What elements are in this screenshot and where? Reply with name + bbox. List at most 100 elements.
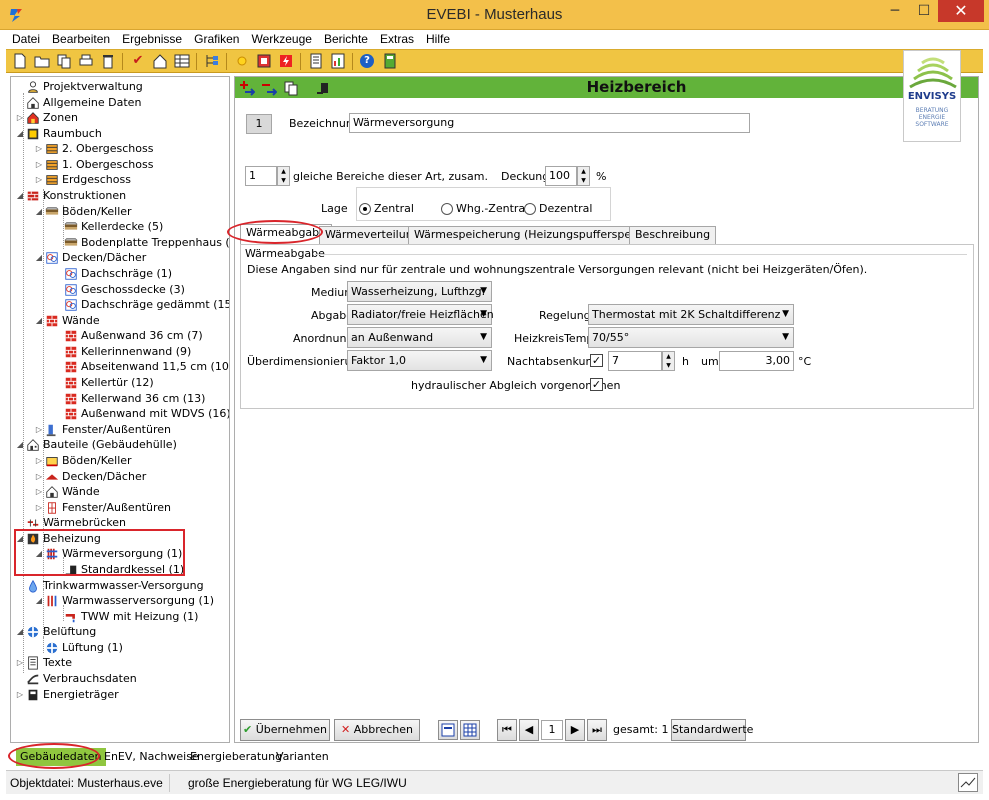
report-icon[interactable]	[308, 53, 324, 69]
tree-item[interactable]: ▷ Böden/Keller	[34, 453, 132, 469]
tree-item[interactable]: ▷ Wände	[34, 484, 100, 500]
radio-whg-zentral-dot[interactable]	[441, 203, 453, 215]
bezeichnung-input[interactable]: Wärmeversorgung	[349, 113, 750, 133]
tree-item[interactable]: ◢ Belüftung	[15, 624, 96, 640]
expand-arrow-icon[interactable]: ▷	[15, 655, 25, 671]
menu-berichte[interactable]: Berichte	[318, 30, 374, 49]
menu-hilfe[interactable]: Hilfe	[420, 30, 456, 49]
navigation-tree[interactable]: Projektverwaltung Allgemeine Daten ▷ Zonen ◢…	[10, 76, 230, 743]
radio-zentral[interactable]: Zentral	[359, 201, 414, 217]
collapse-arrow-icon[interactable]: ◢	[15, 624, 25, 640]
defaults-button[interactable]: Standardwerte	[671, 719, 753, 741]
tree-item[interactable]: ◢ Raumbuch	[15, 126, 102, 142]
tree-item[interactable]: Kellerdecke (5)	[53, 219, 163, 235]
tree-item[interactable]: Allgemeine Daten	[15, 95, 141, 111]
menu-grafiken[interactable]: Grafiken	[188, 30, 245, 49]
tree-item[interactable]: Außenwand mit WDVS (16)	[53, 406, 229, 422]
tree-icon[interactable]	[204, 53, 220, 69]
building-icon[interactable]	[256, 53, 272, 69]
nacht-hours-spinner[interactable]: ▲ ▼	[662, 351, 675, 371]
chart-icon[interactable]	[958, 773, 978, 792]
chart-report-icon[interactable]	[330, 53, 346, 69]
grid-view-button[interactable]	[460, 720, 480, 740]
collapse-arrow-icon[interactable]: ◢	[15, 126, 25, 142]
count-spinner[interactable]: ▲ ▼	[277, 166, 290, 186]
radio-dezentral-dot[interactable]	[524, 203, 536, 215]
regelung-select[interactable]: Thermostat mit 2K Schaltdifferenz ▼	[588, 304, 794, 325]
tab-beschreibung[interactable]: Beschreibung	[629, 226, 717, 244]
tree-item[interactable]: TWW mit Heizung (1)	[53, 609, 198, 625]
deckung-spinner[interactable]: ▲ ▼	[577, 166, 590, 186]
tree-item[interactable]: ▷ Decken/Dächer	[34, 469, 146, 485]
home-icon[interactable]	[152, 53, 168, 69]
tree-item[interactable]: Geschossdecke (3)	[53, 282, 185, 298]
tree-item[interactable]: ◢ Bauteile (Gebäudehülle)	[15, 437, 177, 453]
radio-whg-zentral[interactable]: Whg.-Zentral	[441, 201, 528, 217]
tree-item[interactable]: ◢ Böden/Keller	[34, 204, 132, 220]
anordnung-select[interactable]: an Außenwand ▼	[347, 327, 492, 348]
tab-varianten[interactable]: Varianten	[272, 748, 333, 766]
expand-arrow-icon[interactable]: ▷	[15, 687, 25, 703]
record-number-input[interactable]: 1	[541, 720, 563, 740]
tree-item[interactable]: Kellertür (12)	[53, 375, 154, 391]
tree-item[interactable]: Kellerinnenwand (9)	[53, 344, 191, 360]
tree-item[interactable]: ▷ Energieträger	[15, 687, 119, 703]
close-button[interactable]: ✕	[938, 0, 984, 22]
tree-item[interactable]: ◢ Wände	[34, 313, 100, 329]
sun-icon[interactable]	[234, 53, 250, 69]
medium-select[interactable]: Wasserheizung, Lufthzg. ▼	[347, 281, 492, 302]
delete-icon[interactable]	[100, 53, 116, 69]
count-input[interactable]: 1	[245, 166, 277, 186]
expand-arrow-icon[interactable]: ▷	[34, 172, 44, 188]
tree-item[interactable]: Verbrauchsdaten	[15, 671, 137, 687]
deckung-input[interactable]: 100	[545, 166, 577, 186]
expand-arrow-icon[interactable]: ▷	[34, 422, 44, 438]
collapse-arrow-icon[interactable]: ◢	[34, 593, 44, 609]
expand-arrow-icon[interactable]: ▷	[34, 484, 44, 500]
energy-icon[interactable]	[278, 53, 294, 69]
expand-arrow-icon[interactable]: ▷	[34, 141, 44, 157]
tree-item[interactable]: Projektverwaltung	[15, 79, 143, 95]
prev-record-button[interactable]: ◀	[519, 719, 539, 741]
nacht-hours-input[interactable]: 7	[608, 351, 662, 371]
tree-item[interactable]: Trinkwarmwasser-Versorgung	[15, 578, 204, 594]
calculator-icon[interactable]	[382, 53, 398, 69]
abgleich-checkbox[interactable]: ✓	[590, 378, 603, 391]
next-record-button[interactable]: ▶	[565, 719, 585, 741]
tree-item[interactable]: Bodenplatte Treppenhaus (6)	[53, 235, 229, 251]
radio-zentral-dot[interactable]	[359, 203, 371, 215]
cancel-button[interactable]: ✕ Abbrechen	[334, 719, 420, 741]
menu-bearbeiten[interactable]: Bearbeiten	[46, 30, 116, 49]
collapse-arrow-icon[interactable]: ◢	[15, 437, 25, 453]
expand-arrow-icon[interactable]: ▷	[34, 500, 44, 516]
ueberdim-select[interactable]: Faktor 1,0 ▼	[347, 350, 492, 371]
tree-item[interactable]: ◢ Decken/Dächer	[34, 250, 146, 266]
tree-item[interactable]: Dachschräge gedämmt (15)	[53, 297, 229, 313]
open-folder-icon[interactable]	[34, 53, 50, 69]
tree-item[interactable]: ▷ 2. Obergeschoss	[34, 141, 154, 157]
check-icon[interactable]: ✔	[130, 53, 146, 69]
tree-item[interactable]: ▷ Erdgeschoss	[34, 172, 131, 188]
help-icon[interactable]: ?	[360, 54, 374, 68]
tree-item[interactable]: ▷ 1. Obergeschoss	[34, 157, 154, 173]
collapse-arrow-icon[interactable]: ◢	[34, 250, 44, 266]
last-record-button[interactable]: ⏭	[587, 719, 607, 741]
collapse-arrow-icon[interactable]: ◢	[15, 188, 25, 204]
tree-item[interactable]: ▷ Texte	[15, 655, 72, 671]
collapse-arrow-icon[interactable]: ◢	[34, 204, 44, 220]
radio-dezentral[interactable]: Dezentral	[524, 201, 592, 217]
print-icon[interactable]	[78, 53, 94, 69]
menu-extras[interactable]: Extras	[374, 30, 420, 49]
collapse-arrow-icon[interactable]: ◢	[34, 313, 44, 329]
tree-item[interactable]: Dachschräge (1)	[53, 266, 172, 282]
accept-button[interactable]: ✔ Übernehmen	[240, 719, 330, 741]
maximize-button[interactable]: ☐	[910, 0, 938, 22]
tree-item[interactable]: Lüftung (1)	[34, 640, 123, 656]
table-icon[interactable]	[174, 53, 190, 69]
tree-item[interactable]: ◢ Konstruktionen	[15, 188, 126, 204]
first-record-button[interactable]: ⏮	[497, 719, 517, 741]
tree-item[interactable]: ▷ Zonen	[15, 110, 78, 126]
form-view-button[interactable]	[438, 720, 458, 740]
new-file-icon[interactable]	[12, 53, 28, 69]
abgabe-select[interactable]: Radiator/freie Heizflächen ▼	[347, 304, 494, 325]
